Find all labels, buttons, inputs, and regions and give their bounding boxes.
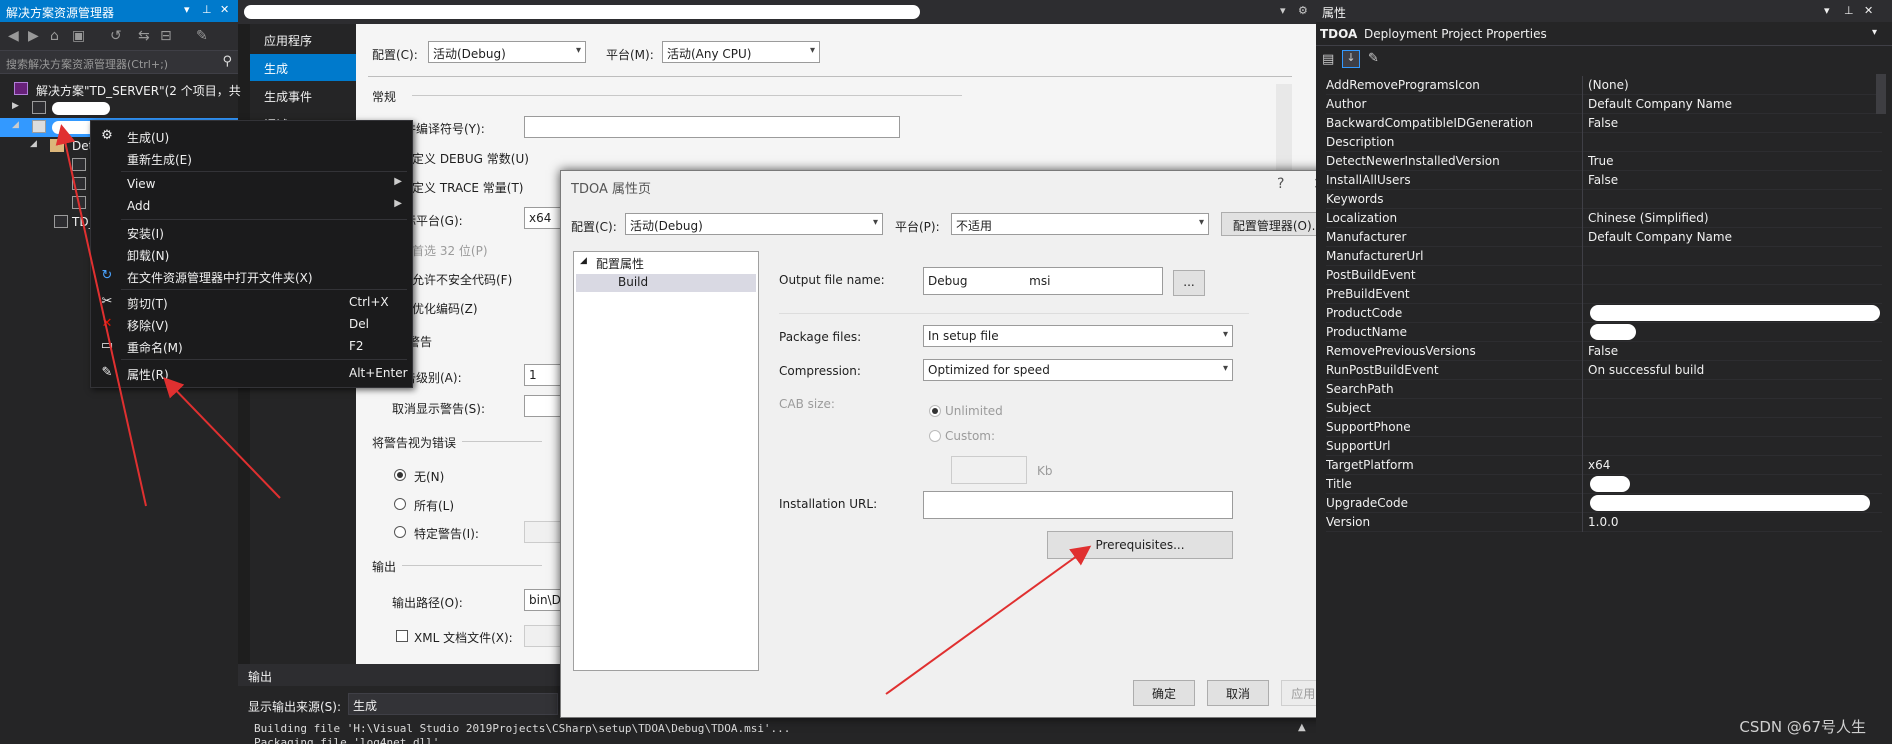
arrow-to-project xyxy=(55,124,147,507)
arrow-to-properties xyxy=(163,377,281,499)
annotation-arrows xyxy=(55,124,1092,695)
arrow-to-prerequisites xyxy=(885,545,1092,695)
watermark: CSDN @67号人生 xyxy=(1739,718,1866,736)
